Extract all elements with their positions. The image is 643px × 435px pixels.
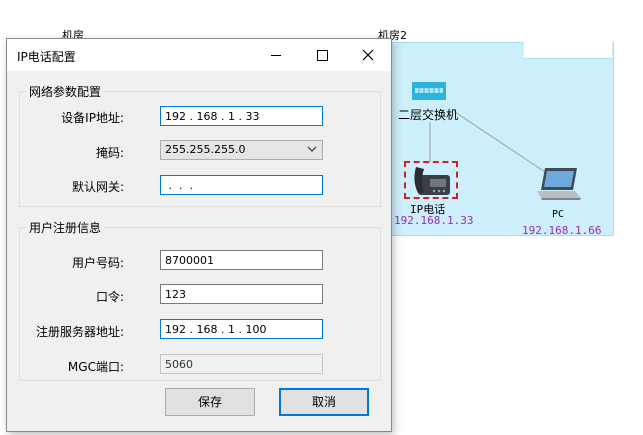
save-button[interactable]: 保存 <box>165 388 255 416</box>
password-label: 口令: <box>95 290 124 304</box>
cancel-button[interactable]: 取消 <box>279 388 369 416</box>
ip-phone-icon[interactable] <box>406 163 456 197</box>
minimize-icon <box>271 55 281 56</box>
network-group-title: 网络参数配置 <box>26 83 105 100</box>
ip-address-input[interactable] <box>160 106 323 126</box>
ip-phone-selection[interactable] <box>404 161 458 199</box>
mask-label: 掩码: <box>95 146 124 160</box>
chevron-down-icon <box>307 146 317 152</box>
minimize-button[interactable] <box>253 39 299 71</box>
gateway-input[interactable] <box>160 175 323 195</box>
mgc-port-input <box>160 354 323 374</box>
pc-ip: 192.168.1.66 <box>522 224 602 237</box>
dialog-titlebar[interactable]: IP电话配置 <box>7 39 391 71</box>
maximize-button[interactable] <box>299 39 345 71</box>
server-address-input[interactable] <box>160 319 323 339</box>
maximize-icon <box>317 50 328 61</box>
user-number-input[interactable] <box>160 250 323 270</box>
user-group-title: 用户注册信息 <box>26 219 105 236</box>
ip-phone-ip: 192.168.1.33 <box>394 214 474 227</box>
ip-label: 设备IP地址: <box>61 111 124 125</box>
mgc-port-label: MGC端口: <box>67 360 124 374</box>
network-config-group: 网络参数配置 设备IP地址: 掩码: 255.255.255.0 默认网关: <box>19 83 381 207</box>
server-label: 注册服务器地址: <box>35 325 124 339</box>
mask-value: 255.255.255.0 <box>165 143 246 156</box>
switch-label: 二层交换机 <box>398 108 459 122</box>
user-registration-group: 用户注册信息 用户号码: 口令: 注册服务器地址: MGC端口: <box>19 219 381 381</box>
mask-select[interactable]: 255.255.255.0 <box>160 140 323 160</box>
pc-name: PC <box>552 209 565 220</box>
dialog-title: IP电话配置 <box>17 50 76 64</box>
close-icon <box>362 49 374 61</box>
close-button[interactable] <box>345 39 391 71</box>
pc-icon[interactable] <box>535 166 581 202</box>
ip-phone-config-dialog: IP电话配置 网络参数配置 设备IP地址: 掩码: 255.255.255.0 … <box>6 38 392 432</box>
gateway-label: 默认网关: <box>71 180 124 194</box>
user-number-label: 用户号码: <box>71 256 124 270</box>
switch-icon[interactable] <box>412 80 446 102</box>
password-input[interactable] <box>160 284 323 304</box>
link-switch-pc <box>454 111 546 173</box>
